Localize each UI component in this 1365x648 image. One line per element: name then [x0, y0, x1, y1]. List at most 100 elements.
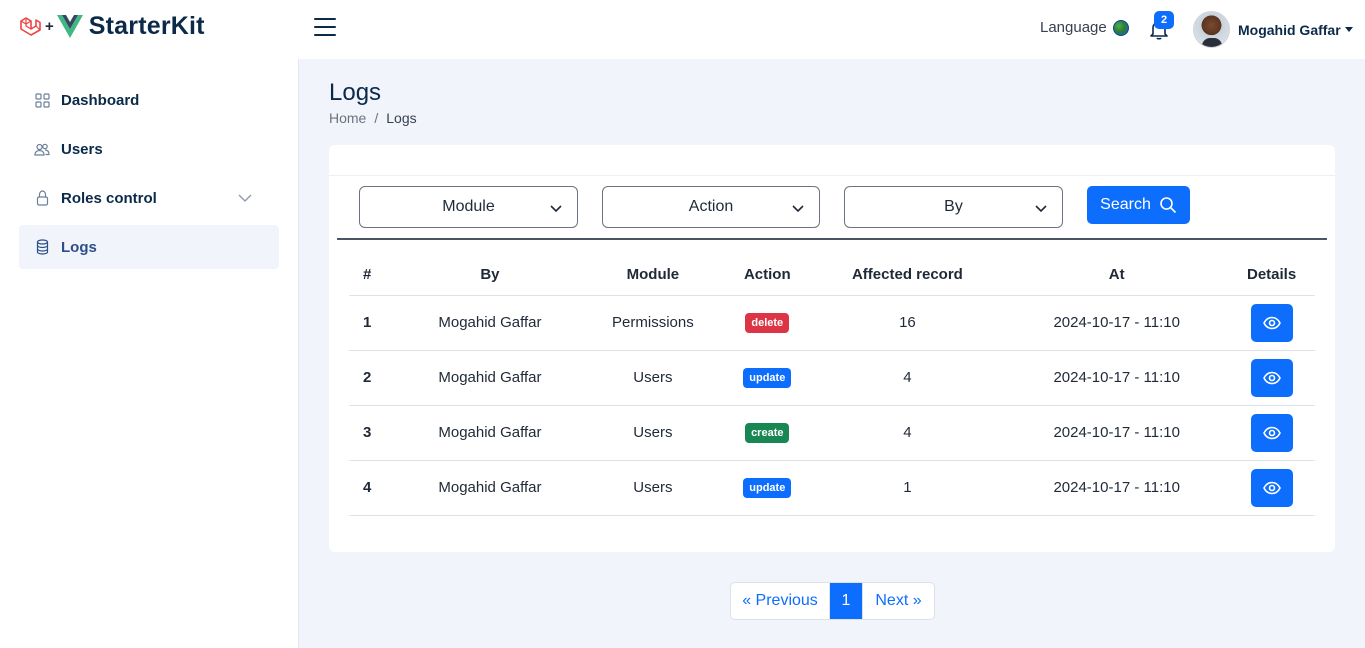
chevron-down-icon — [550, 205, 562, 213]
column-header-action: Action — [724, 255, 810, 296]
row-by: Mogahid Gaffar — [399, 295, 581, 351]
row-affected-record: 4 — [809, 350, 1006, 406]
brand-logo[interactable]: + StarterKit — [18, 12, 205, 41]
sidebar: Dashboard Users Roles control Logs — [0, 59, 299, 648]
chevron-down-icon — [1035, 205, 1047, 213]
action-select-value: Action — [688, 198, 734, 215]
breadcrumb-home-link[interactable]: Home — [329, 110, 366, 126]
row-details-cell — [1228, 460, 1315, 516]
column-header-at: At — [1005, 255, 1229, 296]
sidebar-item-label: Roles control — [61, 189, 157, 207]
row-module: Permissions — [580, 295, 725, 351]
row-by: Mogahid Gaffar — [399, 350, 581, 406]
module-select-value: Module — [442, 198, 495, 215]
row-at: 2024-10-17 - 11:10 — [1005, 350, 1229, 406]
column-header-module: Module — [580, 255, 725, 296]
search-button-label: Search — [1100, 196, 1151, 213]
row-action-cell: create — [724, 405, 810, 461]
brand-name: StarterKit — [88, 12, 205, 40]
sidebar-item-label: Dashboard — [61, 91, 140, 109]
row-action-cell: update — [724, 460, 810, 516]
sidebar-item-roles-control[interactable]: Roles control — [19, 176, 279, 220]
row-module: Users — [580, 405, 725, 461]
chevron-down-icon — [792, 205, 804, 213]
table-header-row: # By Module Action Affected record At De… — [349, 255, 1315, 296]
view-details-button[interactable] — [1250, 358, 1293, 397]
breadcrumb-current: Logs — [386, 110, 417, 126]
row-details-cell — [1228, 295, 1315, 351]
sidebar-item-users[interactable]: Users — [19, 127, 279, 171]
row-module: Users — [580, 460, 725, 516]
table-row: 2 Mogahid Gaffar Users update 4 2024-10-… — [349, 350, 1315, 406]
grid-icon — [34, 92, 50, 108]
row-action-cell: delete — [724, 295, 810, 351]
pagination-next[interactable]: Next » — [862, 583, 934, 619]
user-menu[interactable]: Mogahid Gaffar — [1193, 11, 1353, 48]
row-module: Users — [580, 350, 725, 406]
row-details-cell — [1228, 350, 1315, 406]
row-by: Mogahid Gaffar — [399, 405, 581, 461]
row-number: 1 — [349, 295, 399, 351]
breadcrumb: Home / Logs — [329, 110, 417, 126]
filter-divider — [337, 238, 1327, 240]
page-title: Logs — [329, 79, 382, 106]
user-name: Mogahid Gaffar — [1238, 21, 1341, 38]
caret-down-icon — [1344, 27, 1353, 32]
by-select-value: By — [944, 198, 963, 215]
lock-icon — [34, 190, 50, 206]
chevron-down-icon — [238, 194, 252, 202]
row-number: 3 — [349, 405, 399, 461]
vue-logo-icon — [56, 15, 83, 38]
brand-plus: + — [45, 18, 54, 35]
view-details-button[interactable] — [1250, 303, 1293, 342]
row-affected-record: 1 — [809, 460, 1006, 516]
row-number: 2 — [349, 350, 399, 406]
globe-icon — [1112, 19, 1129, 36]
pagination-page-1[interactable]: 1 — [830, 583, 862, 619]
row-affected-record: 4 — [809, 405, 1006, 461]
action-badge: delete — [745, 312, 790, 333]
table-row: 4 Mogahid Gaffar Users update 1 2024-10-… — [349, 460, 1315, 516]
view-details-button[interactable] — [1250, 413, 1293, 452]
sidebar-item-dashboard[interactable]: Dashboard — [19, 78, 279, 122]
action-badge: update — [743, 477, 792, 498]
eye-icon — [1262, 426, 1281, 439]
pagination: « Previous 1 Next » — [730, 582, 935, 620]
card-header-divider — [329, 175, 1335, 176]
search-button[interactable]: Search — [1087, 186, 1190, 224]
search-icon — [1160, 197, 1176, 214]
row-at: 2024-10-17 - 11:10 — [1005, 460, 1229, 516]
eye-icon — [1262, 316, 1281, 329]
table-row: 3 Mogahid Gaffar Users create 4 2024-10-… — [349, 405, 1315, 461]
by-select[interactable]: By — [844, 186, 1063, 228]
language-selector[interactable]: Language — [1040, 19, 1129, 36]
table-row: 1 Mogahid Gaffar Permissions delete 16 2… — [349, 295, 1315, 351]
avatar — [1193, 11, 1230, 48]
row-details-cell — [1228, 405, 1315, 461]
view-details-button[interactable] — [1250, 468, 1293, 507]
row-affected-record: 16 — [809, 295, 1006, 351]
sidebar-item-logs[interactable]: Logs — [19, 225, 279, 269]
column-header-by: By — [399, 255, 581, 296]
sidebar-item-label: Users — [61, 140, 103, 158]
action-select[interactable]: Action — [602, 186, 820, 228]
module-select[interactable]: Module — [359, 186, 578, 228]
eye-icon — [1262, 481, 1281, 494]
row-number: 4 — [349, 460, 399, 516]
logs-table: # By Module Action Affected record At De… — [349, 255, 1315, 516]
action-badge: create — [745, 422, 790, 443]
menu-toggle-icon[interactable] — [314, 18, 336, 38]
action-badge: update — [743, 367, 792, 388]
logs-card: Module Action By Search # By Module Acti… — [329, 145, 1335, 552]
database-icon — [34, 239, 50, 255]
row-at: 2024-10-17 - 11:10 — [1005, 295, 1229, 351]
breadcrumb-separator: / — [374, 110, 379, 126]
row-at: 2024-10-17 - 11:10 — [1005, 405, 1229, 461]
row-by: Mogahid Gaffar — [399, 460, 581, 516]
language-label: Language — [1040, 19, 1107, 36]
top-navbar: + StarterKit Language 2 Mogahid Gaffar — [0, 0, 1365, 59]
column-header-affected-record: Affected record — [809, 255, 1006, 296]
column-header-details: Details — [1228, 255, 1315, 296]
row-action-cell: update — [724, 350, 810, 406]
pagination-previous[interactable]: « Previous — [731, 583, 830, 619]
